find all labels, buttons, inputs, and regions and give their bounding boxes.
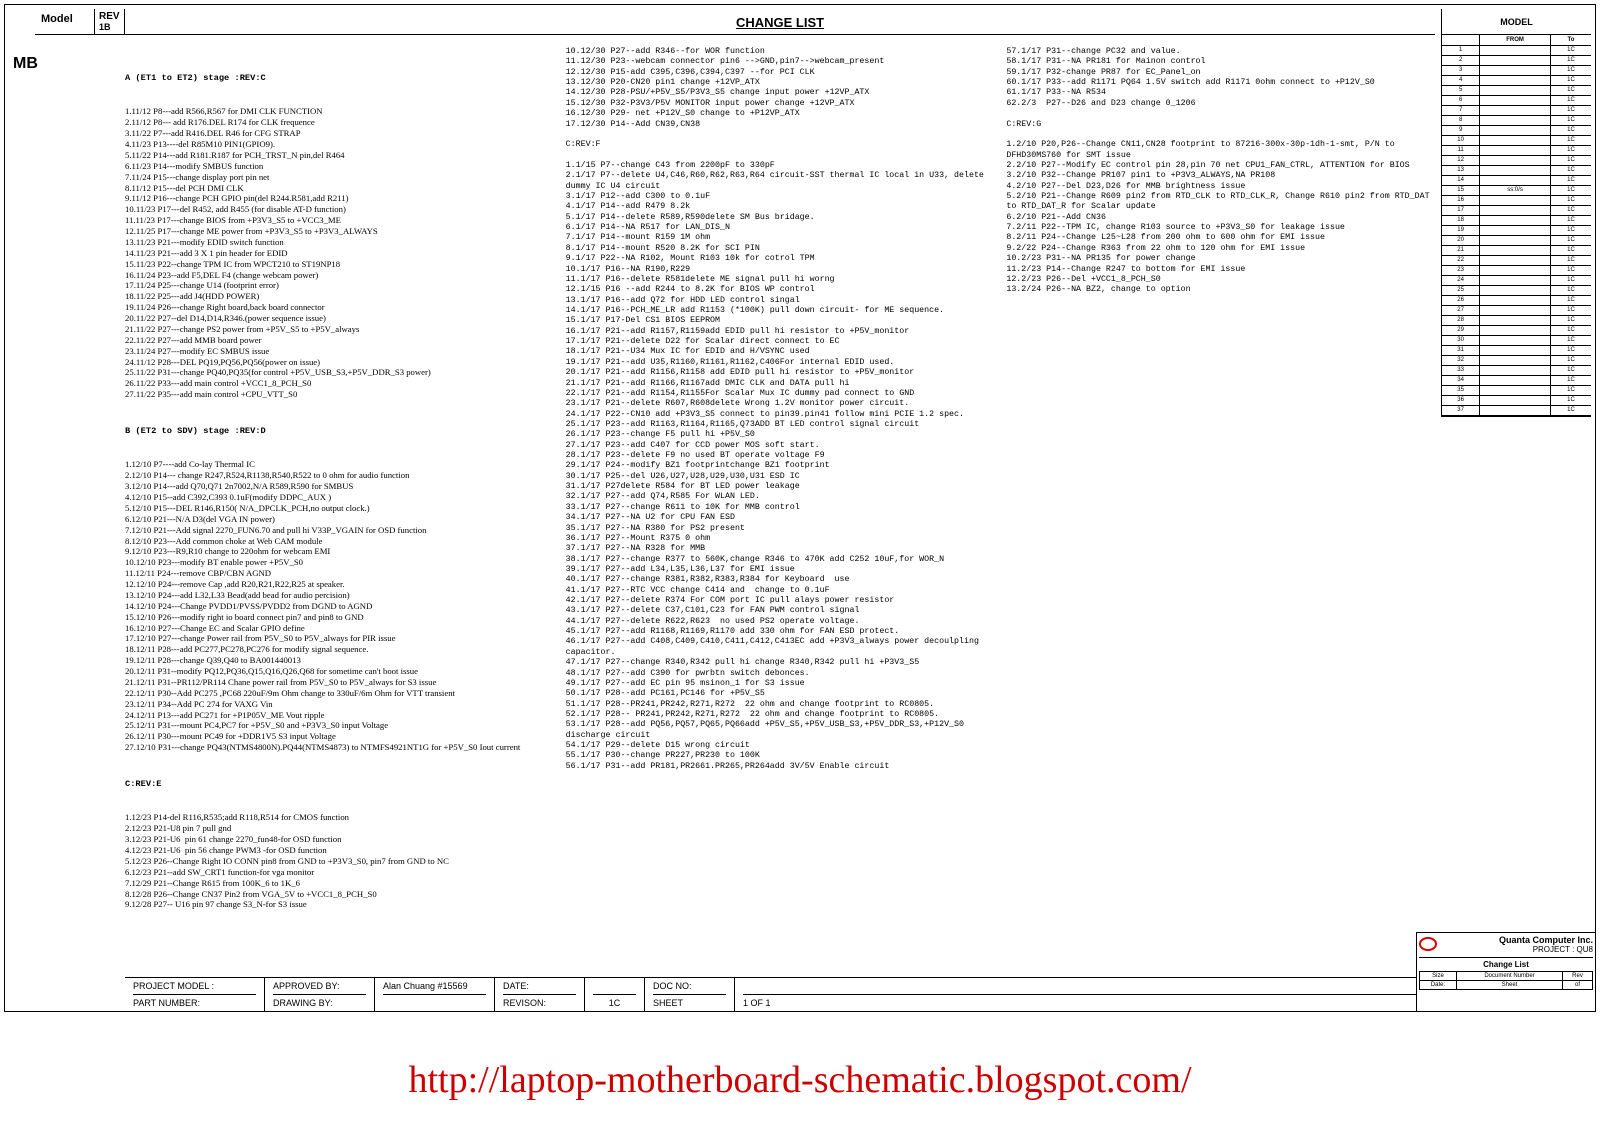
table-row: 21C	[1442, 55, 1591, 65]
table-row: 301C	[1442, 335, 1591, 345]
table-row: 361C	[1442, 395, 1591, 405]
change-list-columns: A (ET1 to ET2) stage :REV:C 1.11/12 P8--…	[125, 47, 1435, 971]
table-row: 351C	[1442, 385, 1591, 395]
table-row: 101C	[1442, 135, 1591, 145]
rev-value: 1B	[99, 22, 120, 32]
stage-b-body: 1.12/10 P7----add Co-lay Thermal IC 2.12…	[125, 459, 554, 753]
table-row: 31C	[1442, 65, 1591, 75]
table-row: 341C	[1442, 375, 1591, 385]
drawing-by-label: DRAWING BY:	[273, 994, 366, 1008]
tb-date: Date:	[1420, 981, 1457, 990]
rev-header-cell: REV 1B	[95, 9, 125, 35]
rev-value: 1C	[593, 994, 636, 1008]
rev-col-to: To	[1550, 35, 1591, 45]
table-row: 311C	[1442, 345, 1591, 355]
tb-of: of	[1562, 981, 1592, 990]
table-row: 331C	[1442, 365, 1591, 375]
tb-size: Size	[1420, 972, 1457, 981]
table-row: 251C	[1442, 285, 1591, 295]
table-row: 15ss:0/s1C	[1442, 185, 1591, 195]
column-2: 10.12/30 P27--add R346--for WOR function…	[566, 47, 995, 971]
column-3: 57.1/17 P31--change PC32 and value. 58.1…	[1006, 47, 1435, 971]
tb-sheet: Sheet	[1457, 981, 1563, 990]
approved-by-label: APPROVED BY:	[273, 981, 366, 991]
stage-a-body: 1.11/12 P8---add R566,R567 for DMI CLK F…	[125, 106, 554, 400]
rev-label: REV	[99, 11, 120, 22]
approver-name: Alan Chuang #15569	[383, 981, 486, 991]
tb-docnum: Document Number	[1457, 972, 1563, 981]
table-row: 371C	[1442, 405, 1591, 415]
quanta-logo-icon	[1419, 937, 1437, 951]
title-change-list: Change List	[1419, 957, 1593, 969]
table-row: 71C	[1442, 105, 1591, 115]
sheet-label: SHEET	[653, 994, 726, 1008]
rev-col-from: FROM	[1480, 35, 1551, 45]
table-row: 321C	[1442, 355, 1591, 365]
company-name: Quanta Computer Inc.	[1419, 935, 1593, 945]
stage-b-heading: B (ET2 to SDV) stage :REV:D	[125, 426, 554, 437]
mb-label: MB	[13, 55, 38, 73]
table-row: 271C	[1442, 305, 1591, 315]
bottom-info-strip: PROJECT MODEL : PART NUMBER: APPROVED BY…	[125, 977, 1435, 1011]
project-code: PROJECT : QU8	[1419, 945, 1593, 954]
stage-c-body: 1.12/23 P14-del R116,R535;add R118,R514 …	[125, 812, 554, 910]
change-list-title: CHANGE LIST	[125, 9, 1435, 35]
model-header-cell: Model	[35, 9, 95, 35]
table-row: 241C	[1442, 275, 1591, 285]
table-row: 141C	[1442, 175, 1591, 185]
project-model-label: PROJECT MODEL :	[133, 981, 256, 991]
column-1: A (ET1 to ET2) stage :REV:C 1.11/12 P8--…	[125, 47, 554, 971]
revison-label: REVISON:	[503, 994, 576, 1008]
table-row: 81C	[1442, 115, 1591, 125]
date-label: DATE:	[503, 981, 576, 991]
table-row: 281C	[1442, 315, 1591, 325]
table-row: 111C	[1442, 145, 1591, 155]
table-row: 131C	[1442, 165, 1591, 175]
table-row: 291C	[1442, 325, 1591, 335]
table-row: 261C	[1442, 295, 1591, 305]
table-row: 161C	[1442, 195, 1591, 205]
tb-rev: Rev	[1562, 972, 1592, 981]
stage-a-heading: A (ET1 to ET2) stage :REV:C	[125, 73, 554, 84]
part-number-label: PART NUMBER:	[133, 994, 256, 1008]
table-row: 231C	[1442, 265, 1591, 275]
table-row: 91C	[1442, 125, 1591, 135]
table-row: 211C	[1442, 245, 1591, 255]
rev-col-num	[1442, 35, 1480, 45]
sheet-value: 1 OF 1	[743, 994, 1426, 1008]
table-row: 171C	[1442, 205, 1591, 215]
table-row: 121C	[1442, 155, 1591, 165]
revision-table: FROM To 11C21C31C41C51C61C71C81C91C101C1…	[1442, 35, 1591, 416]
stage-c-heading: C:REV:E	[125, 779, 554, 790]
table-row: 201C	[1442, 235, 1591, 245]
sheet-border: Model REV 1B CHANGE LIST MODEL FROM To 1…	[4, 4, 1596, 1012]
watermark-url: http://laptop-motherboard-schematic.blog…	[0, 1058, 1600, 1102]
right-revision-table: MODEL FROM To 11C21C31C41C51C61C71C81C91…	[1441, 9, 1591, 417]
table-row: 221C	[1442, 255, 1591, 265]
table-row: 41C	[1442, 75, 1591, 85]
table-row: 181C	[1442, 215, 1591, 225]
table-row: 51C	[1442, 85, 1591, 95]
table-row: 11C	[1442, 45, 1591, 55]
right-model-header: MODEL	[1442, 9, 1591, 35]
table-row: 191C	[1442, 225, 1591, 235]
title-block: Quanta Computer Inc. PROJECT : QU8 Chang…	[1416, 932, 1596, 1012]
doc-no-label: DOC NO:	[653, 981, 726, 991]
table-row: 61C	[1442, 95, 1591, 105]
